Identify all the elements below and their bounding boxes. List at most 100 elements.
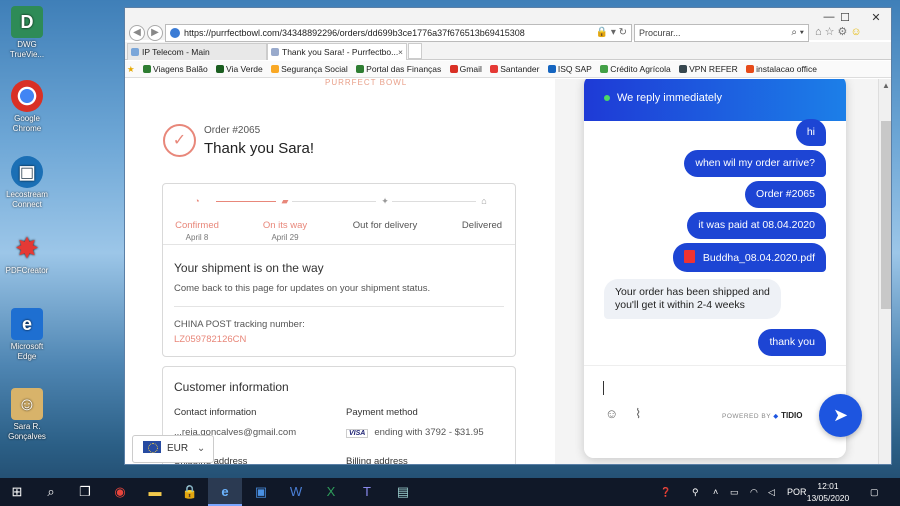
- currency-selector[interactable]: EUR ⌄: [132, 435, 214, 463]
- favorite-link[interactable]: Viagens Balão: [143, 61, 208, 77]
- back-button[interactable]: ◀: [129, 25, 145, 41]
- favorite-link[interactable]: ISQ SAP: [547, 61, 592, 77]
- lock-app-icon[interactable]: 🔒: [173, 478, 207, 506]
- step-delivered: Delivered: [461, 220, 503, 231]
- tab-ip-telecom[interactable]: IP Telecom - Main: [127, 43, 267, 60]
- contact-label: Contact information: [174, 407, 257, 418]
- leostream-icon: ▣: [11, 156, 43, 188]
- truck-icon: ▰: [281, 196, 289, 206]
- favorites-bar: ★ Viagens Balão Via Verde Segurança Soci…: [125, 61, 891, 78]
- address-bar[interactable]: https://purrfectbowl.com/34348892296/ord…: [165, 24, 632, 42]
- browser-toolbar: ◀ ▶ https://purrfectbowl.com/34348892296…: [125, 8, 891, 42]
- remote-desktop-icon[interactable]: ▤: [386, 478, 420, 506]
- emoji-icon[interactable]: ☺: [605, 406, 618, 421]
- tab-thank-you[interactable]: Thank you Sara! - Purrfectbo... ×: [267, 43, 407, 60]
- scroll-up-icon[interactable]: ▲: [882, 81, 890, 90]
- powered-by[interactable]: POWERED BY ◆ TIDIO: [722, 411, 802, 420]
- favorite-link[interactable]: Crédito Agrícola: [600, 61, 671, 77]
- chat-message-attachment[interactable]: Buddha_08.04.2020.pdf: [672, 243, 826, 272]
- language-indicator[interactable]: POR: [787, 478, 807, 506]
- brand-logo-text: PURRFECT BOWL: [325, 79, 408, 87]
- step-out-for-delivery: Out for delivery: [352, 220, 418, 231]
- start-button[interactable]: ⊞: [0, 478, 34, 506]
- internet-explorer-icon[interactable]: e: [208, 478, 242, 506]
- favorite-link[interactable]: instalacao office: [746, 61, 817, 77]
- favorite-link[interactable]: Santander: [490, 61, 539, 77]
- toolbar-icons: ⌂☆⚙☺: [815, 25, 865, 38]
- search-input[interactable]: Procurar... ⌕ ▾: [634, 24, 809, 42]
- tab-strip: IP Telecom - Main Thank you Sara! - Purr…: [125, 42, 891, 60]
- excel-icon[interactable]: X: [314, 478, 348, 506]
- tab-label: IP Telecom - Main: [142, 47, 210, 57]
- desktop-icon-edge[interactable]: e Microsoft Edge: [4, 308, 50, 362]
- chat-message-user: hi: [795, 119, 826, 146]
- search-icon[interactable]: ⌕: [34, 478, 68, 506]
- text-caret: [603, 381, 604, 395]
- desktop-icon-label: DWG TrueVie...: [9, 40, 45, 59]
- notifications-icon[interactable]: ▢: [870, 478, 879, 506]
- billing-address-label: Billing address: [346, 456, 408, 465]
- desktop-icon-chrome[interactable]: Google Chrome: [4, 80, 50, 134]
- close-button[interactable]: ✕: [862, 11, 890, 24]
- outlook-icon[interactable]: ▣: [244, 478, 278, 506]
- wifi-icon[interactable]: ◠: [750, 478, 758, 506]
- page-title: Thank you Sara!: [204, 140, 315, 157]
- progress-line: [392, 201, 476, 202]
- chat-header-text: We reply immediately: [617, 92, 722, 104]
- close-tab-icon[interactable]: ×: [398, 44, 403, 60]
- order-progress: ◔ ▰ ✦ ⌂ Confirmed April 8 On its way April…: [163, 184, 515, 245]
- tab-label: Thank you Sara! - Purrfectbo...: [282, 47, 399, 57]
- favorite-link[interactable]: Portal das Finanças: [356, 61, 441, 77]
- clock[interactable]: 12:01 13/05/2020: [806, 480, 850, 504]
- desktop-icon-label: Google Chrome: [12, 114, 42, 133]
- attachment-icon[interactable]: ⌇: [635, 406, 641, 422]
- desktop-icon-dwg[interactable]: D DWG TrueVie...: [4, 6, 50, 60]
- desktop-icon-leostream[interactable]: ▣ Lecostream Connect: [4, 156, 50, 210]
- favorite-link[interactable]: VPN REFER: [679, 61, 738, 77]
- help-icon[interactable]: ❓: [660, 478, 671, 506]
- scrollbar-thumb[interactable]: [881, 121, 891, 309]
- page-icon: [271, 48, 279, 56]
- chat-message-user: it was paid at 08.04.2020: [687, 212, 826, 239]
- favorite-link[interactable]: Via Verde: [216, 61, 263, 77]
- volume-icon[interactable]: ◁: [768, 478, 775, 506]
- tracking-number-link[interactable]: LZ059782126CN: [174, 334, 246, 345]
- smiley-icon[interactable]: ☺: [850, 26, 864, 38]
- chevron-up-icon[interactable]: ˄: [713, 478, 718, 506]
- favorite-link[interactable]: Gmail: [449, 61, 482, 77]
- chat-header: We reply immediately: [584, 79, 846, 121]
- desktop-icon-pdfcreator[interactable]: ✸ PDFCreator: [4, 232, 50, 276]
- maximize-button[interactable]: ☐: [831, 11, 859, 24]
- taskbar: ⊞ ⌕ ❐ ◉ ▬ 🔒 e ▣ W X T ▤ ❓ ⚲ ˄ ▭ ◠ ◁ POR …: [0, 478, 900, 506]
- refresh-icon[interactable]: 🔒 ▾ ↻: [596, 25, 627, 41]
- chat-input[interactable]: ☺ ⌇ POWERED BY ◆ TIDIO: [584, 365, 846, 458]
- chat-message-operator: Your order has been shipped and you'll ge…: [604, 279, 781, 319]
- desktop-icon-user-folder[interactable]: ☺ Sara R. Gonçalves: [4, 388, 50, 442]
- house-icon: ⌂: [481, 196, 487, 206]
- chat-send-button[interactable]: ➤: [819, 394, 862, 437]
- page-scrollbar[interactable]: ▲: [878, 79, 891, 464]
- progress-line: [292, 201, 376, 202]
- favorites-star-icon[interactable]: ★: [127, 61, 135, 77]
- teams-icon[interactable]: T: [350, 478, 384, 506]
- star-icon[interactable]: ☆: [825, 26, 838, 38]
- online-indicator: [604, 95, 610, 101]
- chat-message-user: Order #2065: [745, 181, 826, 208]
- file-explorer-icon[interactable]: ▬: [138, 478, 172, 506]
- gear-icon[interactable]: ⚙: [838, 26, 851, 38]
- search-icon[interactable]: ⌕ ▾: [791, 25, 804, 41]
- chrome-taskbar-icon[interactable]: ◉: [103, 478, 137, 506]
- task-view-icon[interactable]: ❐: [68, 478, 102, 506]
- people-icon[interactable]: ⚲: [692, 478, 699, 506]
- forward-button[interactable]: ▶: [147, 25, 163, 41]
- shipment-title: Your shipment is on the way: [174, 261, 324, 275]
- word-icon[interactable]: W: [279, 478, 313, 506]
- favorite-link[interactable]: Segurança Social: [271, 61, 348, 77]
- home-icon[interactable]: ⌂: [815, 26, 825, 38]
- network-icon[interactable]: ▭: [730, 478, 739, 506]
- currency-value: EUR: [167, 443, 189, 454]
- order-number: Order #2065: [204, 125, 261, 136]
- chat-message-user: when wil my order arrive?: [684, 150, 826, 177]
- new-tab-button[interactable]: [408, 43, 422, 59]
- step-confirmed: Confirmed April 8: [175, 220, 219, 242]
